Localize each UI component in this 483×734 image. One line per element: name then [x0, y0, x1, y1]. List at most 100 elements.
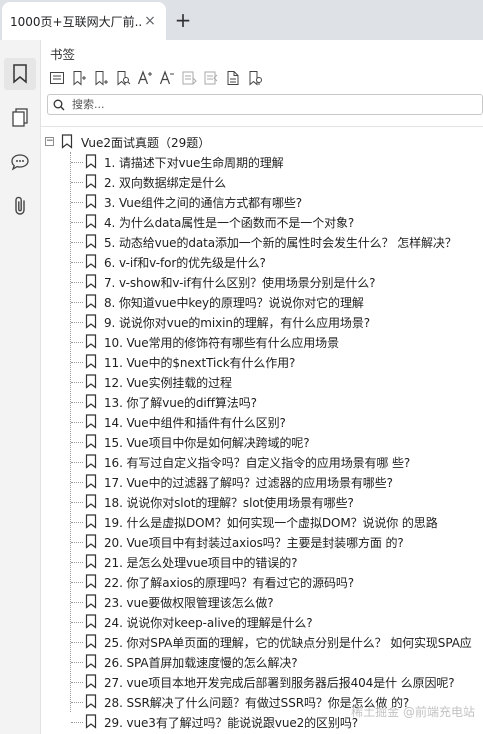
tree-connector — [71, 542, 83, 543]
bookmark-item[interactable]: 8. 你知道vue中key的原理吗？说说你对它的理解 — [71, 292, 483, 312]
browser-tab[interactable]: 1000页+互联网大厂前... × — [2, 2, 166, 40]
bookmark-item[interactable]: 1. 请描述下对vue生命周期的理解 — [71, 152, 483, 172]
tree-connector — [71, 182, 83, 183]
bookmark-label: 13. 你了解vue的diff算法吗? — [104, 396, 257, 410]
attachment-icon[interactable] — [4, 190, 36, 222]
bookmark-toolbar — [47, 68, 265, 88]
bookmark-label: 26. SPA首屏加载速度慢的怎么解决? — [104, 656, 298, 670]
bookmark-icon — [85, 334, 97, 353]
bookmark-item[interactable]: 26. SPA首屏加载速度慢的怎么解决? — [71, 652, 483, 672]
bookmark-icon — [85, 354, 97, 373]
bookmark-label: 14. Vue中组件和插件有什么区别? — [104, 416, 286, 430]
bookmark-item[interactable]: 2. 双向数据绑定是什么 — [71, 172, 483, 192]
bookmark-item[interactable]: 5. 动态给vue的data添加一个新的属性时会发生什么？ 怎样解决？ — [71, 232, 483, 252]
bookmark-icon — [85, 434, 97, 453]
bookmark-label: 5. 动态给vue的data添加一个新的属性时会发生什么？ 怎样解决？ — [104, 236, 457, 250]
bookmark-item[interactable]: 19. 什么是虚拟DOM？如何实现一个虚拟DOM？说说你 的思路 — [71, 512, 483, 532]
tree-connector — [71, 482, 83, 483]
bookmark-label: 25. 你对SPA单页面的理解，它的优缺点分别是什么？ 如何实现SPA应 — [104, 636, 472, 650]
bookmark-prev-icon[interactable] — [179, 68, 199, 88]
bookmark-item[interactable]: 27. vue项目本地开发完成后部署到服务器后报404是什 么原因呢? — [71, 672, 483, 692]
bookmark-icon — [85, 514, 97, 533]
bookmark-item[interactable]: 4. 为什么data属性是一个函数而不是一个对象? — [71, 212, 483, 232]
bookmark-item[interactable]: 11. Vue中的$nextTick有什么作用? — [71, 352, 483, 372]
bookmark-icon — [85, 554, 97, 573]
bookmark-search[interactable] — [47, 94, 483, 115]
bookmark-icon — [85, 254, 97, 273]
tree-connector — [71, 682, 83, 683]
bookmark-next-icon[interactable] — [201, 68, 221, 88]
bookmark-item[interactable]: 9. 说说你对vue的mixin的理解，有什么应用场景? — [71, 312, 483, 332]
bookmark-label: 24. 说说你对keep-alive的理解是什么? — [104, 616, 313, 630]
bookmark-label: 19. 什么是虚拟DOM？如何实现一个虚拟DOM？说说你 的思路 — [104, 516, 438, 530]
bookmark-icon — [85, 154, 97, 173]
bookmark-icon — [85, 614, 97, 633]
tree-connector — [71, 282, 83, 283]
new-tab-button[interactable]: + — [172, 7, 194, 33]
tree-connector — [71, 702, 83, 703]
bookmark-label: 22. 你了解axios的原理吗？有看过它的源码吗? — [104, 576, 355, 590]
bookmark-label: 1. 请描述下对vue生命周期的理解 — [104, 156, 284, 170]
bookmark-icon[interactable] — [4, 58, 36, 90]
bookmark-item[interactable]: 14. Vue中组件和插件有什么区别? — [71, 412, 483, 432]
decrease-font-icon[interactable] — [157, 68, 177, 88]
bookmark-item[interactable]: 6. v-if和v-for的优先级是什么? — [71, 252, 483, 272]
bookmark-item[interactable]: 13. 你了解vue的diff算法吗? — [71, 392, 483, 412]
bookmark-item[interactable]: 16. 有写过自定义指令吗？自定义指令的应用场景有哪 些? — [71, 452, 483, 472]
bookmark-label: 15. Vue项目中你是如何解决跨域的呢? — [104, 436, 310, 450]
bookmark-icon — [85, 374, 97, 393]
find-bookmark-icon[interactable] — [113, 68, 133, 88]
pages-icon[interactable] — [4, 102, 36, 134]
bookmark-item[interactable]: 12. Vue实例挂载的过程 — [71, 372, 483, 392]
bookmark-label: 16. 有写过自定义指令吗？自定义指令的应用场景有哪 些? — [104, 456, 411, 470]
side-rail — [0, 40, 41, 734]
bookmark-root-label[interactable]: Vue2面试真题（29题） — [81, 134, 210, 151]
bookmark-icon — [85, 454, 97, 473]
bookmark-item[interactable]: 20. Vue项目中有封装过axios吗？主要是封装哪方面 的? — [71, 532, 483, 552]
bookmark-item[interactable]: 25. 你对SPA单页面的理解，它的优缺点分别是什么？ 如何实现SPA应 — [71, 632, 483, 652]
search-input[interactable] — [70, 97, 454, 112]
expand-all-icon[interactable] — [47, 68, 67, 88]
bookmark-icon — [85, 574, 97, 593]
add-bookmark-icon[interactable] — [69, 68, 89, 88]
bookmark-icon — [85, 294, 97, 313]
bookmark-item[interactable]: 18. 说说你对slot的理解？slot使用场景有哪些? — [71, 492, 483, 512]
comment-icon[interactable] — [4, 146, 36, 178]
bookmark-item[interactable]: 21. 是怎么处理vue项目中的错误的? — [71, 552, 483, 572]
bookmark-item[interactable]: 10. Vue常用的修饰符有哪些有什么应用场景 — [71, 332, 483, 352]
bookmark-icon — [85, 314, 97, 333]
increase-font-icon[interactable] — [135, 68, 155, 88]
tree-connector — [71, 522, 83, 523]
bookmark-item[interactable]: 23. vue要做权限管理该怎么做? — [71, 592, 483, 612]
bookmark-item[interactable]: 22. 你了解axios的原理吗？有看过它的源码吗? — [71, 572, 483, 592]
tree-connector — [71, 442, 83, 443]
bookmark-tree: − Vue2面试真题（29题） 1. 请描述下对vue生命周期的理解 2. 双向数… — [41, 132, 483, 732]
bookmark-goto-icon[interactable] — [245, 68, 265, 88]
bookmark-label: 17. Vue中的过滤器了解吗？过滤器的应用场景有哪些? — [104, 476, 393, 490]
bookmark-item[interactable]: 17. Vue中的过滤器了解吗？过滤器的应用场景有哪些? — [71, 472, 483, 492]
add-child-bookmark-icon[interactable] — [91, 68, 111, 88]
tree-connector — [71, 382, 83, 383]
bookmark-label: 18. 说说你对slot的理解？slot使用场景有哪些? — [104, 496, 354, 510]
bookmark-icon — [85, 194, 97, 213]
tree-connector — [71, 222, 83, 223]
bookmark-item[interactable]: 3. Vue组件之间的通信方式都有哪些? — [71, 192, 483, 212]
bookmark-item[interactable]: 7. v-show和v-if有什么区别？使用场景分别是什么? — [71, 272, 483, 292]
bookmark-icon — [85, 394, 97, 413]
bookmarks-panel: 书签 搜索... − Vue2面试真题（29题） 1. 请描述下对vue生命周期… — [41, 40, 483, 734]
bookmark-item[interactable]: 15. Vue项目中你是如何解决跨域的呢? — [71, 432, 483, 452]
bookmark-label: 12. Vue实例挂载的过程 — [104, 376, 232, 390]
bookmark-properties-icon[interactable] — [223, 68, 243, 88]
close-tab-icon[interactable]: × — [142, 13, 158, 29]
bookmark-icon — [85, 274, 97, 293]
tree-connector — [71, 422, 83, 423]
bookmark-icon — [85, 674, 97, 693]
bookmark-item[interactable]: 24. 说说你对keep-alive的理解是什么? — [71, 612, 483, 632]
bookmark-label: 23. vue要做权限管理该怎么做? — [104, 596, 274, 610]
tree-connector — [71, 342, 83, 343]
panel-title: 书签 — [50, 47, 76, 62]
bookmark-label: 20. Vue项目中有封装过axios吗？主要是封装哪方面 的? — [104, 536, 404, 550]
collapse-toggle[interactable]: − — [45, 137, 54, 146]
bookmark-label: 3. Vue组件之间的通信方式都有哪些? — [104, 196, 303, 210]
bookmark-icon — [85, 714, 97, 732]
